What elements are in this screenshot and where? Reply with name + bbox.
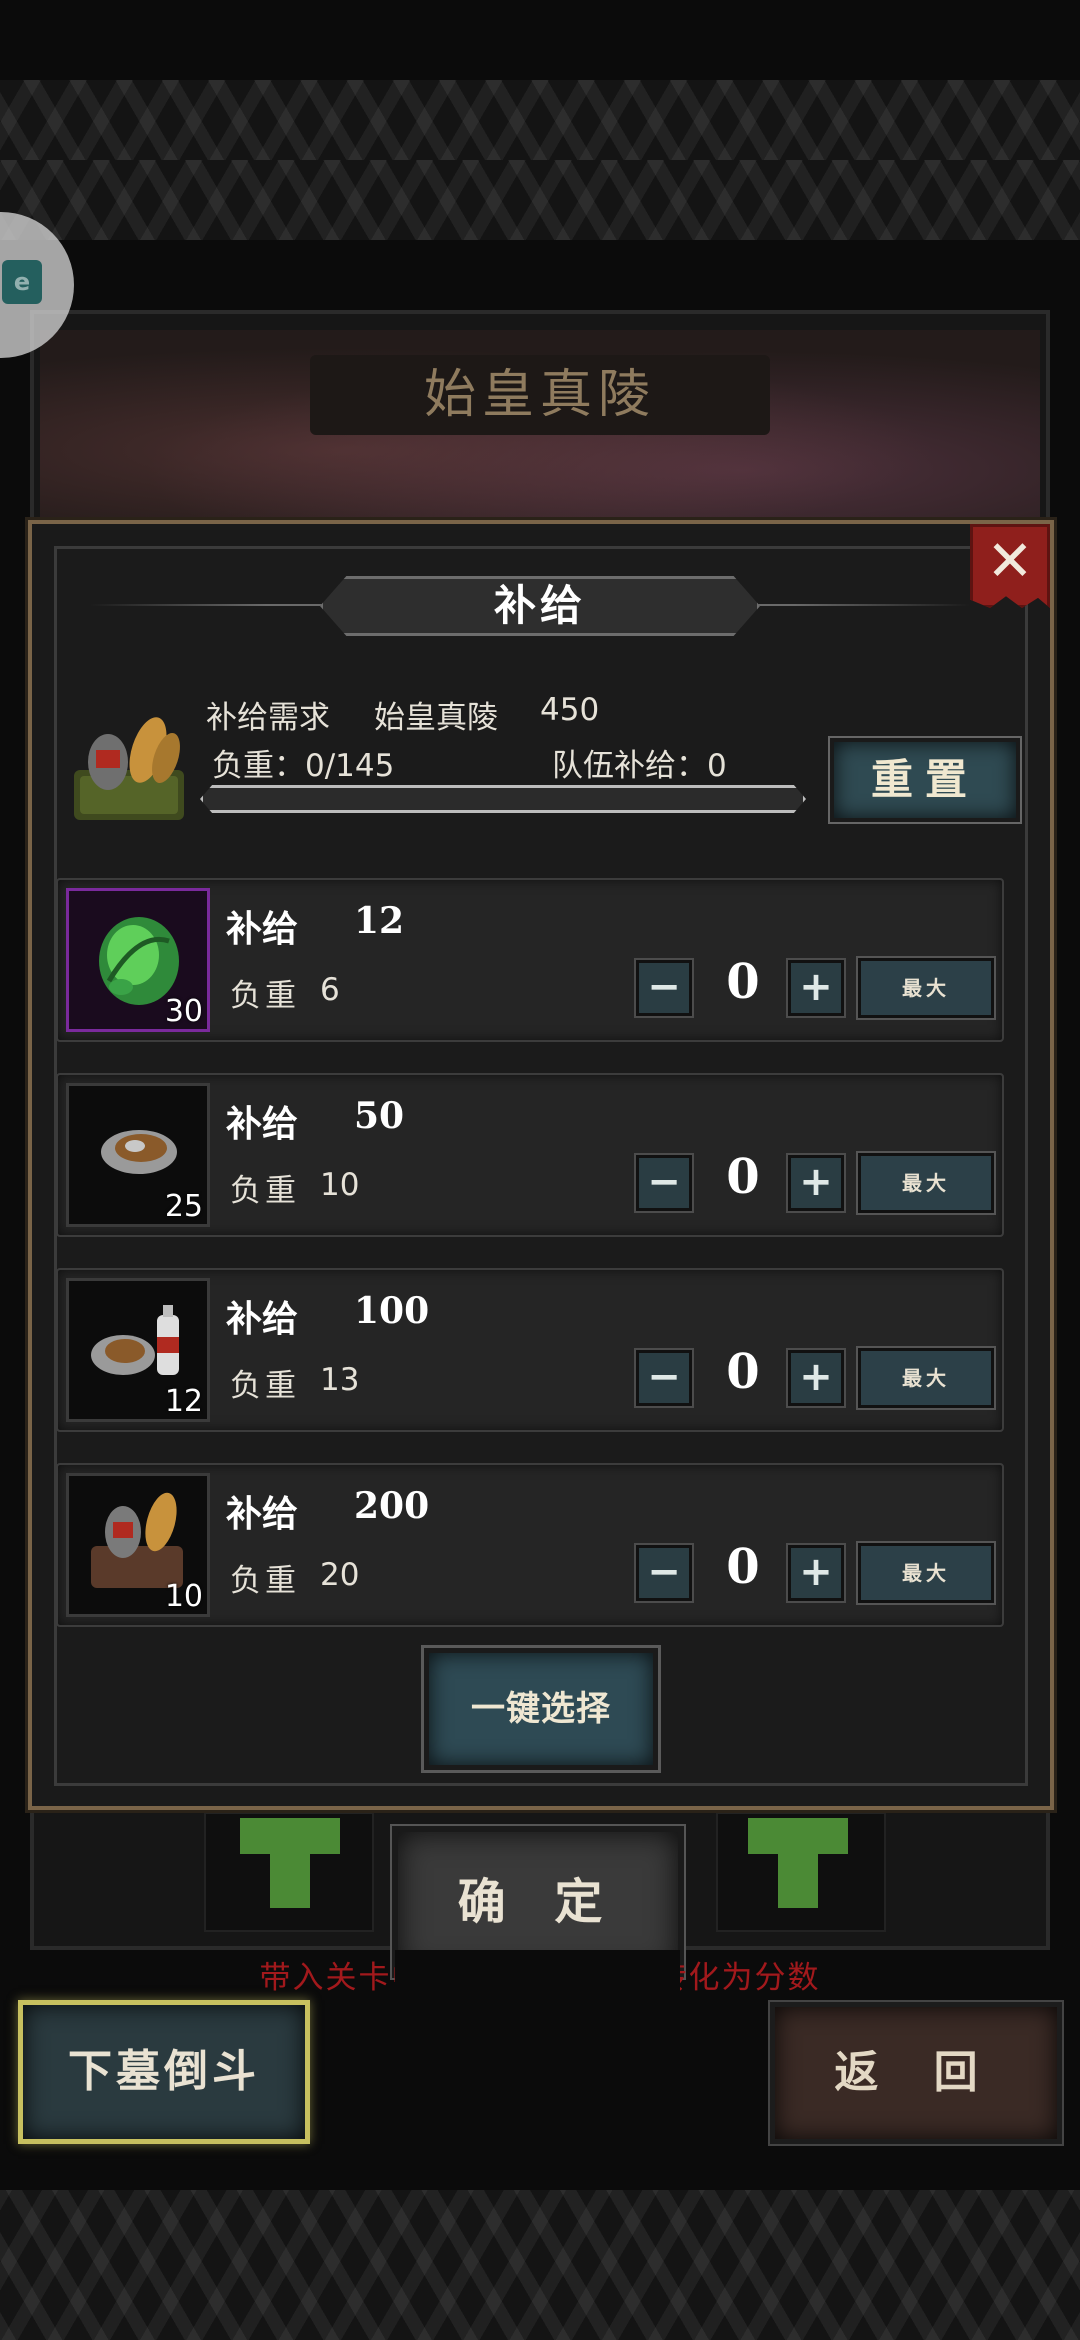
item-stock: 25 bbox=[164, 1189, 203, 1224]
one-key-select-button[interactable]: 一键选择 bbox=[421, 1645, 661, 1773]
selected-count: 0 bbox=[726, 954, 760, 1010]
supply-label: 补给 bbox=[226, 1103, 299, 1145]
increase-button[interactable]: + bbox=[786, 1348, 846, 1408]
weight-value: 20 bbox=[320, 1557, 360, 1593]
decrease-button[interactable]: − bbox=[634, 1543, 694, 1603]
supply-row: 30 补给 12 负重 6 − 0 + 最大 bbox=[56, 878, 1004, 1042]
supply-bundle-icon bbox=[74, 717, 184, 820]
supply-label: 补给 bbox=[226, 1298, 299, 1340]
supply-item-slot[interactable]: 30 bbox=[66, 888, 210, 1032]
weight-label: 负重 bbox=[230, 1563, 300, 1599]
hint-occluder bbox=[395, 1950, 680, 1994]
return-button[interactable]: 返 回 bbox=[768, 2000, 1064, 2146]
modal-title: 补给 bbox=[320, 576, 760, 636]
selected-count: 0 bbox=[726, 1344, 760, 1400]
max-button[interactable]: 最大 bbox=[856, 1541, 996, 1605]
supply-row: 10 补给 200 负重 20 − 0 + 最大 bbox=[56, 1463, 1004, 1627]
supply-demand-label: 补给需求 bbox=[206, 700, 330, 736]
close-button[interactable]: ✕ bbox=[970, 524, 1050, 608]
weight-label: 负重 bbox=[230, 1173, 300, 1209]
max-button[interactable]: 最大 bbox=[856, 1151, 996, 1215]
supply-value: 200 bbox=[354, 1485, 430, 1527]
close-icon: ✕ bbox=[986, 529, 1034, 594]
selected-count: 0 bbox=[726, 1149, 760, 1205]
supply-label: 补给 bbox=[226, 908, 299, 950]
supply-row: 12 补给 100 负重 13 − 0 + 最大 bbox=[56, 1268, 1004, 1432]
weight-value: 13 bbox=[320, 1362, 360, 1398]
weight-progress-bar bbox=[200, 785, 806, 813]
team-supply-text: 队伍补给：0 bbox=[552, 748, 727, 784]
weight-label: 负重 bbox=[230, 1368, 300, 1404]
decrease-button[interactable]: − bbox=[634, 958, 694, 1018]
green-totem-icon bbox=[240, 1818, 340, 1908]
supply-demand-value: 450 bbox=[540, 692, 600, 728]
supply-row: 25 补给 50 负重 10 − 0 + 最大 bbox=[56, 1073, 1004, 1237]
reset-button[interactable]: 重置 bbox=[828, 736, 1022, 824]
supply-item-slot[interactable]: 25 bbox=[66, 1083, 210, 1227]
supply-item-slot[interactable]: 10 bbox=[66, 1473, 210, 1617]
max-button[interactable]: 最大 bbox=[856, 956, 996, 1020]
app-badge-icon: e bbox=[2, 260, 42, 304]
decrease-button[interactable]: − bbox=[634, 1348, 694, 1408]
increase-button[interactable]: + bbox=[786, 1153, 846, 1213]
supply-label: 补给 bbox=[226, 1493, 299, 1535]
weight-value: 10 bbox=[320, 1167, 360, 1203]
bottom-pattern-band bbox=[0, 2190, 1080, 2340]
weight-value: 6 bbox=[320, 972, 340, 1008]
selected-count: 0 bbox=[726, 1539, 760, 1595]
load-weight-text: 负重：0/145 bbox=[212, 748, 395, 784]
weight-label: 负重 bbox=[230, 978, 300, 1014]
item-stock: 12 bbox=[164, 1384, 203, 1419]
supply-value: 100 bbox=[354, 1290, 430, 1332]
descend-tomb-button[interactable]: 下墓倒斗 bbox=[18, 2000, 310, 2144]
increase-button[interactable]: + bbox=[786, 1543, 846, 1603]
increase-button[interactable]: + bbox=[786, 958, 846, 1018]
item-stock: 30 bbox=[164, 994, 203, 1029]
tomb-name: 始皇真陵 bbox=[374, 700, 498, 736]
max-button[interactable]: 最大 bbox=[856, 1346, 996, 1410]
top-pattern-band-2 bbox=[0, 160, 1080, 240]
background-title: 始皇真陵 bbox=[310, 355, 770, 435]
supply-value: 50 bbox=[354, 1095, 405, 1137]
item-stock: 10 bbox=[164, 1579, 203, 1614]
supply-value: 12 bbox=[354, 900, 405, 942]
supply-item-slot[interactable]: 12 bbox=[66, 1278, 210, 1422]
green-totem-icon bbox=[748, 1818, 848, 1908]
decrease-button[interactable]: − bbox=[634, 1153, 694, 1213]
